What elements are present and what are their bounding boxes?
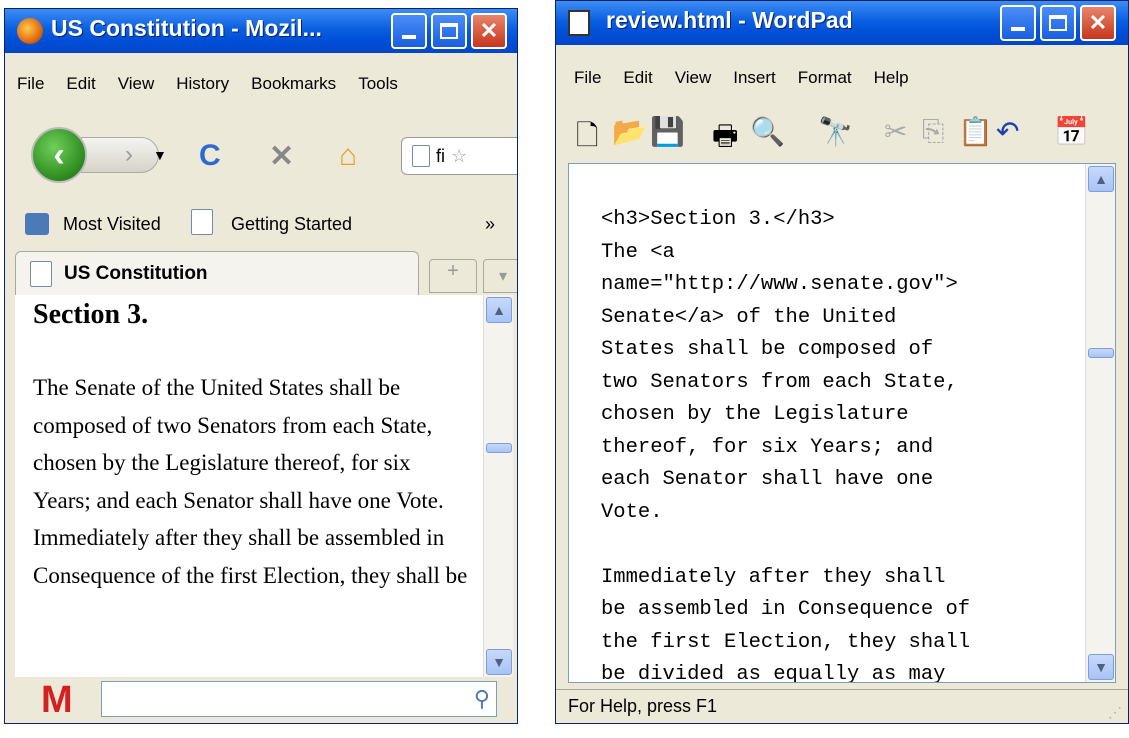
wp-scroll-up-arrow-icon[interactable]: ▲ [1088, 166, 1114, 192]
wp-scroll-thumb[interactable] [1088, 348, 1114, 358]
forward-button[interactable]: › [81, 137, 159, 173]
wordpad-titlebar[interactable]: review.html - WordPad ✕ [556, 1, 1128, 45]
home-icon[interactable]: ⌂ [339, 139, 357, 173]
page-content: Section 3. The Senate of the United Stat… [15, 295, 483, 677]
firefox-window: US Constitution - Mozil... ✕ File Edit V… [4, 8, 518, 724]
section-heading: Section 3. [33, 299, 149, 330]
resize-grip-icon[interactable]: ⋰ [1108, 704, 1122, 721]
back-button[interactable]: ‹ [31, 127, 87, 183]
maximize-icon [440, 23, 458, 39]
wordpad-statusbar: For Help, press F1 ⋰ [556, 689, 1128, 723]
wordpad-window-title: review.html - WordPad [606, 7, 853, 33]
tab-us-constitution[interactable]: US Constitution [15, 251, 419, 295]
m-logo-icon[interactable]: M [41, 679, 73, 722]
menu-history[interactable]: History [176, 74, 229, 94]
star-icon[interactable]: ☆ [451, 146, 467, 167]
wp-menu-view[interactable]: View [675, 68, 712, 88]
vertical-scrollbar[interactable]: ▲ ▼ [483, 295, 513, 677]
insert-date-icon[interactable]: 📅 [1054, 115, 1089, 148]
undo-icon[interactable]: ↶ [996, 115, 1019, 148]
copy-icon[interactable]: ⎘ [922, 115, 944, 148]
maximize-icon [1049, 15, 1067, 31]
wp-menu-format[interactable]: Format [798, 68, 852, 88]
menu-edit[interactable]: Edit [66, 74, 95, 94]
getting-started-page-icon [191, 209, 213, 235]
find-icon[interactable]: 🔭 [818, 115, 853, 148]
url-input[interactable]: fi [436, 146, 445, 167]
minimize-icon [402, 35, 416, 39]
wp-menu-help[interactable]: Help [874, 68, 909, 88]
bookmark-getting-started[interactable]: Getting Started [231, 214, 352, 235]
paste-icon[interactable]: 📋 [958, 115, 993, 148]
wp-maximize-button[interactable] [1040, 5, 1076, 41]
navigation-toolbar: › ‹ ▼ C ✕ ⌂ fi ☆ [5, 121, 517, 201]
wp-vertical-scrollbar[interactable]: ▲ ▼ [1085, 164, 1115, 682]
menu-bookmarks[interactable]: Bookmarks [251, 74, 336, 94]
most-visited-icon [25, 213, 49, 235]
maximize-button[interactable] [431, 13, 467, 49]
back-arrow-icon: ‹ [53, 135, 65, 174]
minimize-icon [1011, 27, 1025, 31]
bookmarks-toolbar: Most Visited Getting Started » [5, 205, 517, 243]
wp-minimize-button[interactable] [1000, 5, 1036, 41]
history-dropdown-icon[interactable]: ▼ [153, 147, 167, 163]
url-bar[interactable]: fi ☆ [401, 137, 517, 175]
scroll-up-arrow-icon[interactable]: ▲ [486, 297, 512, 323]
close-icon: ✕ [479, 18, 499, 43]
document-area[interactable]: <h3>Section 3.</h3> The <a name="http://… [568, 163, 1116, 683]
firefox-menubar: File Edit View History Bookmarks Tools [17, 67, 517, 101]
open-folder-icon[interactable]: 📂 [612, 115, 647, 148]
menu-tools[interactable]: Tools [358, 74, 398, 94]
search-icon[interactable]: ⚲ [474, 686, 490, 712]
tab-list-button[interactable]: ▾ [483, 259, 517, 293]
print-preview-icon[interactable]: 🔍 [750, 115, 785, 148]
tab-page-icon [30, 260, 52, 287]
stop-icon[interactable]: ✕ [269, 139, 294, 174]
search-input[interactable]: ⚲ [101, 681, 497, 717]
section-paragraph: The Senate of the United States shall be… [33, 375, 468, 588]
wordpad-menubar: File Edit View Insert Format Help [574, 61, 1128, 95]
menu-view[interactable]: View [118, 74, 155, 94]
wp-close-button[interactable]: ✕ [1080, 5, 1116, 41]
tab-label: US Constitution [64, 262, 208, 284]
bookmarks-overflow-icon[interactable]: » [485, 214, 495, 235]
menu-file[interactable]: File [17, 74, 44, 94]
status-text: For Help, press F1 [568, 696, 718, 716]
close-button[interactable]: ✕ [471, 13, 507, 49]
close-icon: ✕ [1088, 10, 1108, 35]
wp-menu-insert[interactable]: Insert [733, 68, 776, 88]
wordpad-app-icon [568, 10, 590, 36]
document-text[interactable]: <h3>Section 3.</h3> The <a name="http://… [601, 204, 970, 682]
wp-menu-edit[interactable]: Edit [623, 68, 652, 88]
reload-icon[interactable]: C [199, 139, 221, 173]
firefox-logo-icon [17, 18, 43, 44]
firefox-titlebar[interactable]: US Constitution - Mozil... ✕ [5, 9, 517, 53]
firefox-window-title: US Constitution - Mozil... [51, 15, 322, 41]
wp-menu-file[interactable]: File [574, 68, 601, 88]
tab-strip: US Constitution + ▾ [5, 247, 517, 295]
cut-icon[interactable]: ✂ [884, 115, 907, 148]
minimize-button[interactable] [391, 13, 427, 49]
wp-scroll-down-arrow-icon[interactable]: ▼ [1088, 654, 1114, 680]
bookmark-most-visited[interactable]: Most Visited [63, 214, 161, 235]
bottom-toolbar: M ⚲ [15, 677, 507, 723]
wordpad-window: review.html - WordPad ✕ File Edit View I… [555, 0, 1129, 724]
page-icon [412, 145, 430, 167]
scroll-thumb[interactable] [486, 443, 512, 453]
scroll-down-arrow-icon[interactable]: ▼ [486, 649, 512, 675]
wordpad-toolbar: 🗋 📂 💾 🖶 🔍 🔭 ✂ ⎘ 📋 ↶ 📅 [556, 107, 1128, 157]
print-icon[interactable]: 🖶 [712, 115, 738, 163]
forward-arrow-icon: › [125, 141, 133, 168]
new-document-icon[interactable]: 🗋 [576, 115, 599, 163]
save-icon[interactable]: 💾 [650, 115, 685, 148]
new-tab-button[interactable]: + [429, 259, 477, 293]
